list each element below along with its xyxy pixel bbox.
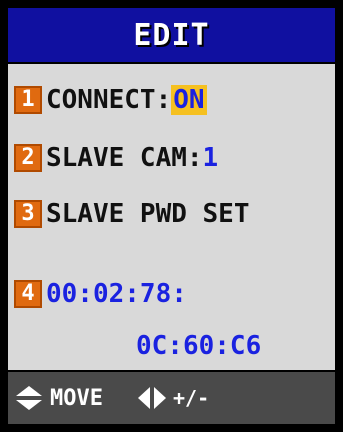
camera-osd-screen: EDIT 1 CONNECT: ON 2 SLAVE CAM: 1 3 SLAV… xyxy=(0,0,343,432)
menu-item-slave-pwd-set[interactable]: 3 SLAVE PWD SET xyxy=(14,194,250,234)
menu-item-label: SLAVE PWD SET xyxy=(46,199,250,229)
adjust-hint: +/- xyxy=(137,385,209,411)
title-bar: EDIT xyxy=(8,8,335,62)
menu-item-slave-cam[interactable]: 2 SLAVE CAM: 1 xyxy=(14,138,218,178)
menu-item-number: 3 xyxy=(14,200,42,228)
footer-hints: MOVE +/- xyxy=(8,372,335,424)
up-down-arrows-icon xyxy=(16,386,42,410)
page-title: EDIT xyxy=(133,17,210,53)
connect-value[interactable]: ON xyxy=(171,85,207,115)
mac-address-line2: 0C:60:C6 xyxy=(136,331,262,361)
mac-address-line1: 00:02:78: xyxy=(46,279,187,309)
adjust-label: +/- xyxy=(172,386,210,410)
menu-item-label: SLAVE CAM: xyxy=(46,143,203,173)
move-label: MOVE xyxy=(50,385,103,411)
menu-item-label: CONNECT: xyxy=(46,85,172,115)
move-hint: MOVE xyxy=(14,385,103,411)
menu-item-number: 2 xyxy=(14,144,42,172)
left-right-arrows-icon xyxy=(137,387,166,409)
edit-menu: 1 CONNECT: ON 2 SLAVE CAM: 1 3 SLAVE PWD… xyxy=(8,64,335,370)
menu-item-number: 4 xyxy=(14,280,42,308)
menu-item-mac-address[interactable]: 4 00:02:78: xyxy=(14,274,187,314)
menu-item-number: 1 xyxy=(14,86,42,114)
slave-cam-value[interactable]: 1 xyxy=(203,143,219,173)
menu-item-connect[interactable]: 1 CONNECT: ON xyxy=(14,80,207,120)
